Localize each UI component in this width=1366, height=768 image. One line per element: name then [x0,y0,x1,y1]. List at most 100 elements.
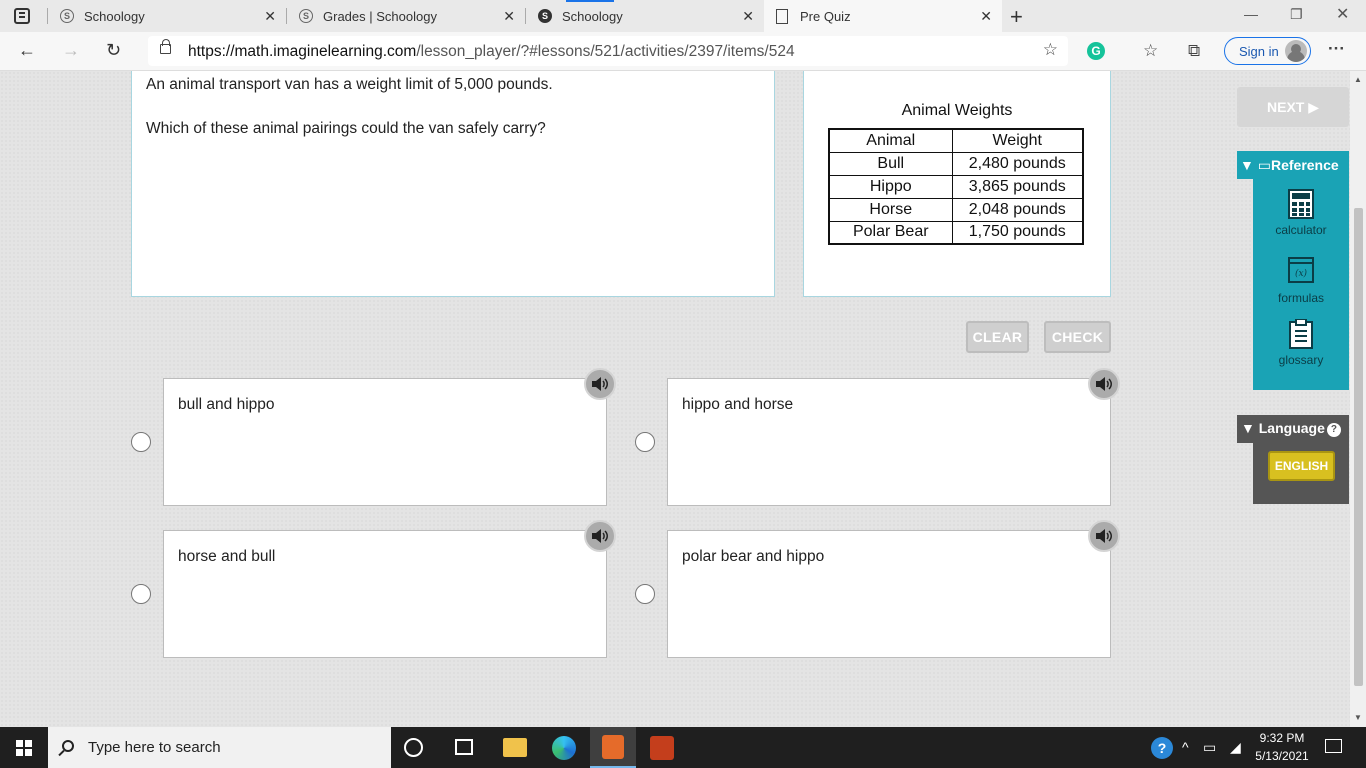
url-text: https://math.imaginelearning.com/lesson_… [188,43,795,61]
table-cell: Polar Bear [828,220,953,245]
new-tab-button[interactable]: + [1010,4,1023,30]
browser-address-bar: ← → ↻ https://math.imaginelearning.com/l… [0,32,1366,71]
file-explorer-icon[interactable] [503,738,527,757]
calculator-tool[interactable]: calculator [1253,189,1349,237]
minimize-icon[interactable]: — [1244,6,1258,22]
table-header-row: Animal Weight [828,128,1084,153]
edge-icon[interactable] [552,736,576,760]
question-prompt: Which of these animal pairings could the… [146,120,546,137]
close-window-icon[interactable]: ✕ [1336,4,1349,24]
schoology-icon: S [60,9,74,23]
answer-choice-b[interactable]: hippo and horse [667,378,1111,506]
app-icon [602,735,624,759]
taskbar: Type here to search ? ^ ▭ ◢ 9:32 PM 5/13… [0,727,1366,768]
cortana-icon[interactable] [404,738,423,757]
clock-time[interactable]: 9:32 PM [1257,731,1307,745]
chevron-up-icon[interactable]: ^ [1182,739,1189,755]
collections-icon[interactable]: ⧉ [1188,41,1200,61]
tab-title: Schoology [84,8,145,24]
glossary-tool[interactable]: glossary [1253,318,1349,367]
answer-choice-c[interactable]: horse and bull [163,530,607,658]
clear-button[interactable]: CLEAR [966,321,1029,353]
table-cell: Bull [828,151,953,176]
choice-label: bull and hippo [178,396,275,413]
battery-icon[interactable]: ▭ [1203,739,1216,756]
sign-in-button[interactable]: Sign in [1224,37,1311,65]
add-favorite-icon[interactable]: ☆ [1043,40,1058,60]
scroll-down-icon[interactable]: ▼ [1354,713,1362,722]
table-panel: Animal Weights Animal Weight Bull 2,480 … [803,71,1111,297]
check-button[interactable]: CHECK [1044,321,1111,353]
url-path: /lesson_player/?#lessons/521/activities/… [416,43,795,60]
table-row: Polar Bear 1,750 pounds [828,220,1084,245]
table-row: Hippo 3,865 pounds [828,174,1084,199]
tab-grades-schoology[interactable]: S Grades | Schoology ✕ [287,0,525,32]
clock-date[interactable]: 5/13/2021 [1254,749,1310,763]
speaker-icon[interactable] [1088,520,1120,552]
formulas-tool[interactable]: (x) formulas [1253,257,1349,305]
favorites-icon[interactable]: ☆ [1143,41,1158,61]
answer-choice-a[interactable]: bull and hippo [163,378,607,506]
url-domain: https://math.imaginelearning.com [188,43,417,60]
reference-toggle[interactable]: ▼ ▭Reference [1240,157,1339,174]
table-cell: 2,480 pounds [951,151,1084,176]
tab-actions-icon[interactable] [14,8,30,24]
restore-icon[interactable]: ❐ [1290,6,1303,23]
notifications-icon[interactable] [1325,739,1342,753]
tab-title: Schoology [562,8,623,24]
choice-radio-a[interactable] [131,432,151,452]
close-tab-icon[interactable]: ✕ [503,8,515,25]
browser-tab-bar: S Schoology ✕ S Grades | Schoology ✕ S S… [0,0,1366,32]
windows-start-icon[interactable] [16,740,32,756]
close-tab-icon[interactable]: ✕ [742,8,754,25]
task-view-icon[interactable] [455,739,473,755]
language-toggle[interactable]: ▼ Language? [1241,420,1341,437]
english-button[interactable]: ENGLISH [1268,451,1335,481]
help-icon[interactable]: ? [1326,423,1341,437]
speaker-icon[interactable] [1088,368,1120,400]
active-app-button[interactable] [590,727,636,768]
choice-radio-b[interactable] [635,432,655,452]
schoology-icon: S [538,9,552,23]
table-row: Horse 2,048 pounds [828,197,1084,222]
page-icon [776,8,788,24]
speaker-icon[interactable] [584,368,616,400]
table-cell: Hippo [828,174,953,199]
animal-weights-table: Animal Weight Bull 2,480 pounds Hippo 3,… [828,128,1084,245]
tab-schoology-2[interactable]: S Schoology ✕ [526,0,764,32]
refresh-icon[interactable]: ↻ [106,40,121,61]
powerpoint-icon[interactable] [650,736,674,760]
help-tray-icon[interactable]: ? [1151,737,1173,759]
question-text: An animal transport van has a weight lim… [146,76,553,93]
grammarly-icon[interactable]: G [1087,42,1105,60]
next-button[interactable]: NEXT ▶ [1237,87,1349,127]
scrollbar[interactable]: ▲ ▼ [1350,71,1366,727]
table-header: Weight [951,128,1084,153]
answer-choice-d[interactable]: polar bear and hippo [667,530,1111,658]
search-placeholder: Type here to search [88,739,221,756]
choice-radio-c[interactable] [131,584,151,604]
tab-schoology-1[interactable]: S Schoology ✕ [48,0,286,32]
close-tab-icon[interactable]: ✕ [264,8,276,25]
taskbar-search[interactable]: Type here to search [48,727,391,768]
wifi-icon[interactable]: ◢ [1230,739,1241,756]
more-icon[interactable]: ··· [1328,39,1345,59]
scroll-thumb[interactable] [1354,208,1363,686]
schoology-icon: S [299,9,313,23]
speaker-icon[interactable] [584,520,616,552]
search-icon [62,740,74,752]
sign-in-label: Sign in [1239,43,1279,59]
tool-label: calculator [1275,223,1327,237]
question-panel: An animal transport van has a weight lim… [131,71,775,297]
avatar-icon [1285,40,1307,62]
tab-pre-quiz[interactable]: Pre Quiz ✕ [764,0,1002,32]
close-tab-icon[interactable]: ✕ [980,8,992,25]
lock-icon [160,39,171,54]
tool-label: glossary [1278,353,1324,367]
back-icon[interactable]: ← [18,40,36,61]
choice-radio-d[interactable] [635,584,655,604]
forward-icon[interactable]: → [62,40,80,61]
url-field[interactable]: https://math.imaginelearning.com/lesson_… [148,36,1068,66]
language-title: ▼ Language [1241,420,1325,436]
scroll-up-icon[interactable]: ▲ [1354,75,1362,84]
